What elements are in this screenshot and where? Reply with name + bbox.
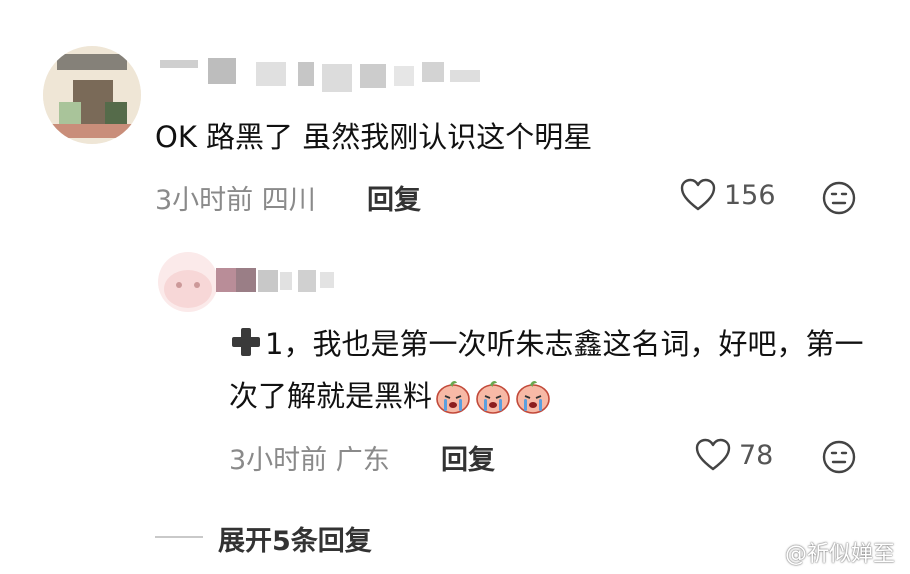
heavy-plus-icon	[232, 328, 260, 356]
comment-location: 四川	[261, 185, 316, 216]
expand-divider-line	[155, 536, 203, 538]
reply-like-count: 78	[739, 439, 774, 471]
reply-location: 广东	[335, 445, 390, 476]
comment-time: 3小时前	[155, 185, 254, 216]
watermark-text: @祈似婵至	[785, 542, 896, 567]
heart-outline-icon	[695, 438, 731, 471]
replier-name-redacted	[170, 262, 340, 294]
emoji-face-icon	[822, 181, 856, 215]
reply-meta: 3小时前 广东	[229, 438, 390, 477]
reply-text-block: 1，我也是第一次听朱志鑫这名词，好吧，第一次了解就是黑料	[229, 318, 869, 422]
crying-peach-emoji	[516, 380, 550, 414]
comment-like-button[interactable]: 156	[680, 178, 776, 212]
emoji-face-icon	[822, 440, 856, 474]
weibo-logo-icon	[755, 543, 780, 563]
commenter-name-redacted	[160, 56, 480, 96]
comment-emoji-reaction-button[interactable]	[822, 181, 856, 219]
comment-text: OK 路黑了 虽然我刚认识这个明星	[155, 120, 593, 154]
weibo-watermark: @祈似婵至	[755, 536, 895, 568]
comment-reply-button[interactable]: 回复	[367, 178, 421, 217]
commenter-avatar[interactable]	[43, 46, 141, 144]
expand-replies-button[interactable]: 展开5条回复	[218, 519, 372, 558]
reply-like-button[interactable]: 78	[695, 438, 773, 472]
crying-emoji-group	[432, 379, 552, 414]
comment-meta: 3小时前 四川	[155, 178, 316, 217]
reply-emoji-reaction-button[interactable]	[822, 440, 856, 478]
crying-peach-emoji	[436, 380, 470, 414]
crying-peach-emoji	[476, 380, 510, 414]
reply-time: 3小时前	[229, 445, 328, 476]
reply-reply-button[interactable]: 回复	[441, 438, 495, 477]
comment-like-count: 156	[724, 179, 776, 211]
heart-outline-icon	[680, 178, 716, 211]
